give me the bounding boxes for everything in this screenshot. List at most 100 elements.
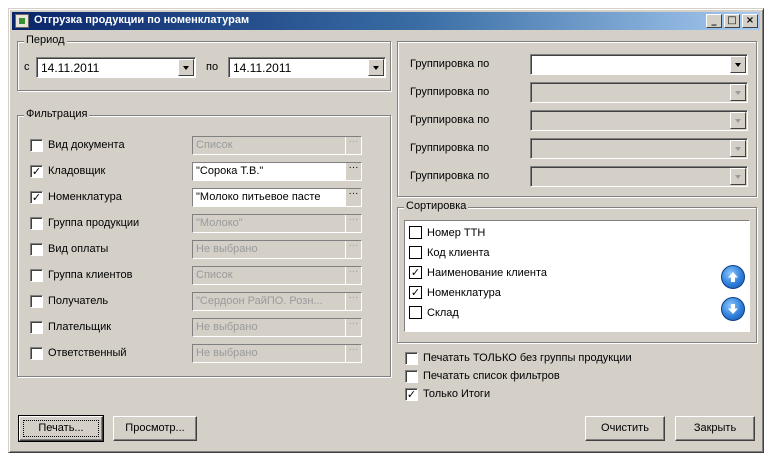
grouping-label: Группировка по	[410, 114, 490, 126]
sort-checkbox[interactable]	[409, 246, 422, 259]
filter-checkbox[interactable]	[30, 321, 43, 334]
sort-checkbox[interactable]	[409, 306, 422, 319]
sort-label: Склад	[427, 307, 459, 319]
period-from-value: 14.11.2011	[41, 61, 100, 75]
chevron-down-icon[interactable]	[730, 168, 746, 185]
period-legend: Период	[24, 34, 67, 46]
ellipsis-button[interactable]: ···	[345, 137, 361, 154]
filter-checkbox[interactable]	[30, 243, 43, 256]
option-label: Только Итоги	[423, 388, 491, 400]
move-up-button[interactable]	[721, 265, 745, 289]
filter-checkbox[interactable]	[30, 269, 43, 282]
filter-value-field[interactable]: Не выбрано ···	[192, 240, 362, 259]
chevron-down-icon[interactable]	[730, 84, 746, 101]
filter-checkbox[interactable]	[30, 295, 43, 308]
grouping-select[interactable]	[530, 82, 748, 103]
close-button[interactable]: Закрыть	[675, 416, 755, 441]
filter-checkbox[interactable]	[30, 217, 43, 230]
sort-label: Номенклатура	[427, 287, 501, 299]
chevron-down-icon[interactable]	[368, 59, 384, 76]
grouping-group: Группировка по Группировка по Группировка …	[397, 41, 757, 197]
option-checkbox[interactable]: ✓	[405, 388, 418, 401]
report-window: Отгрузка продукции по номенклатурам _ □ …	[8, 8, 764, 453]
filter-value-field[interactable]: Список ···	[192, 136, 362, 155]
preview-button[interactable]: Просмотр...	[113, 416, 197, 441]
chevron-down-icon[interactable]	[178, 59, 194, 76]
filter-label: Группа продукции	[48, 217, 140, 229]
chevron-down-icon[interactable]	[730, 140, 746, 157]
filter-value: Список	[196, 139, 233, 151]
filter-label: Плательщик	[48, 321, 112, 333]
filter-value-field[interactable]: Список ···	[192, 266, 362, 285]
filter-value-field[interactable]: "Сердоон РайПО. Розн... ···	[192, 292, 362, 311]
chevron-down-icon[interactable]	[730, 56, 746, 73]
ellipsis-button[interactable]: ···	[345, 267, 361, 284]
ellipsis-button[interactable]: ···	[345, 189, 361, 206]
option-row[interactable]: Печатать список фильтров	[405, 369, 735, 385]
ellipsis-button[interactable]: ···	[345, 293, 361, 310]
filter-checkbox[interactable]	[30, 347, 43, 360]
filter-checkbox[interactable]: ✓	[30, 191, 43, 204]
sort-checkbox[interactable]: ✓	[409, 286, 422, 299]
grouping-select[interactable]	[530, 54, 748, 75]
grouping-label: Группировка по	[410, 170, 490, 182]
grouping-label: Группировка по	[410, 142, 490, 154]
ellipsis-button[interactable]: ···	[345, 345, 361, 362]
clear-button[interactable]: Очистить	[585, 416, 665, 441]
option-row[interactable]: ✓ Только Итоги	[405, 387, 735, 403]
filter-label: Вид документа	[48, 139, 125, 151]
filter-checkbox[interactable]: ✓	[30, 165, 43, 178]
ellipsis-button[interactable]: ···	[345, 319, 361, 336]
chevron-down-icon[interactable]	[730, 112, 746, 129]
ellipsis-button[interactable]: ···	[345, 241, 361, 258]
filter-value-field[interactable]: "Сорока Т.В." ···	[192, 162, 362, 181]
filter-row: Группа клиентов Список ···	[30, 266, 370, 286]
sort-item[interactable]: ✓ Номенклатура	[409, 285, 709, 302]
arrow-down-icon	[728, 304, 738, 314]
grouping-select[interactable]	[530, 166, 748, 187]
title-bar[interactable]: Отгрузка продукции по номенклатурам _ □ …	[12, 12, 760, 30]
period-from-date[interactable]: 14.11.2011	[36, 57, 196, 78]
move-down-button[interactable]	[721, 297, 745, 321]
grouping-select[interactable]	[530, 110, 748, 131]
sort-item[interactable]: Склад	[409, 305, 709, 322]
filter-value-field[interactable]: Не выбрано ···	[192, 318, 362, 337]
option-checkbox[interactable]	[405, 352, 418, 365]
sort-checkbox[interactable]: ✓	[409, 266, 422, 279]
ellipsis-button[interactable]: ···	[345, 215, 361, 232]
window-title: Отгрузка продукции по номенклатурам	[34, 14, 250, 26]
period-to-label: по	[206, 61, 219, 73]
focus-rect	[23, 420, 99, 437]
filter-label: Получатель	[48, 295, 109, 307]
sort-item[interactable]: Номер ТТН	[409, 225, 709, 242]
close-window-button[interactable]: ×	[742, 14, 758, 28]
sort-item[interactable]: Код клиента	[409, 245, 709, 262]
print-button[interactable]: Печать...	[18, 415, 104, 442]
filter-row: ✓ Кладовщик "Сорока Т.В." ···	[30, 162, 370, 182]
filter-group: Фильтрация Вид документа Список ··· ✓ Кладов…	[17, 108, 391, 377]
filter-legend: Фильтрация	[24, 108, 90, 120]
arrow-up-icon	[728, 272, 738, 282]
period-from-label: с	[24, 61, 30, 73]
sort-list[interactable]: Номер ТТН Код клиента ✓ Наименование клиент…	[404, 220, 750, 332]
filter-value-field[interactable]: Не выбрано ···	[192, 344, 362, 363]
maximize-button[interactable]: □	[724, 14, 740, 28]
grouping-select[interactable]	[530, 138, 748, 159]
filter-label: Номенклатура	[48, 191, 122, 203]
filter-row: Плательщик Не выбрано ···	[30, 318, 370, 338]
sort-label: Номер ТТН	[427, 227, 486, 239]
ellipsis-button[interactable]: ···	[345, 163, 361, 180]
option-checkbox[interactable]	[405, 370, 418, 383]
filter-row: Вид документа Список ···	[30, 136, 370, 156]
period-to-date[interactable]: 14.11.2011	[228, 57, 386, 78]
filter-checkbox[interactable]	[30, 139, 43, 152]
close-button-label: Закрыть	[693, 422, 737, 434]
option-row[interactable]: Печатать ТОЛЬКО без группы продукции	[405, 351, 735, 367]
sort-checkbox[interactable]	[409, 226, 422, 239]
sort-item[interactable]: ✓ Наименование клиента	[409, 265, 709, 282]
filter-value: Не выбрано	[196, 321, 258, 333]
filter-value: "Сердоон РайПО. Розн...	[196, 295, 323, 307]
filter-value-field[interactable]: "Молоко" ···	[192, 214, 362, 233]
filter-value-field[interactable]: "Молоко питьевое пасте ···	[192, 188, 362, 207]
minimize-button[interactable]: _	[706, 14, 722, 28]
